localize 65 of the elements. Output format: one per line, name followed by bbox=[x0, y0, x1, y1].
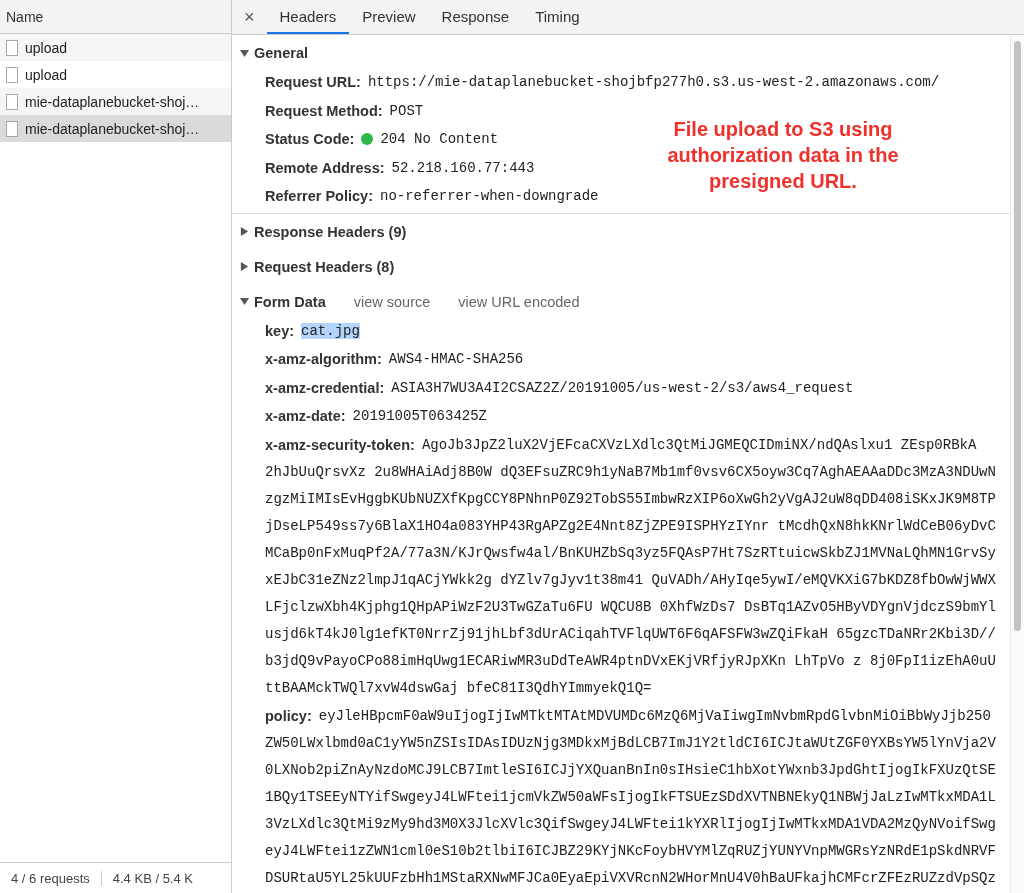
tab[interactable]: Timing bbox=[522, 0, 593, 34]
field-value: jDseLP549ss7y6BlaX1HO4a083YHP43RgAPZg2E4Nnt8ZjZPE9ISPHYzIYnr tMcdhQxN8hkKNrlWdCeB06yDvC bbox=[265, 517, 996, 534]
status-text: 4 / 6 requests bbox=[10, 870, 91, 886]
field-label: x-amz-algorithm: bbox=[265, 351, 382, 367]
field-value: 3VzLXdlc3QtMi9zMy9hd3M0X3JlcXVlc3QifSwgeyJ4LWFtei1kYXRlIjogIjIwMTkxMDA1VDA2MzQyNVoifSwg bbox=[265, 816, 996, 832]
field-label: x-amz-date: bbox=[265, 408, 346, 424]
field-value: usjd6kT4kJ0lg1efKT0NrrZj91jhLbf3dUrACiqahTVFlqUWT6F6qAFSFW3wZQiFkaH 65gzcTDaNRr2Kbi3D// bbox=[265, 625, 996, 642]
close-button[interactable]: × bbox=[232, 0, 267, 34]
field-label: Status Code: bbox=[265, 131, 355, 147]
field-value: 2hJbUuQrsvXz 2u8WHAiAdj8B0W dQ3EFsuZRC9h1yNaB7Mb1mf0vsv6CX5oyw3Cq7AghAEAAaDDc3MzA3NDUwN bbox=[265, 463, 996, 480]
section-header[interactable]: General bbox=[240, 45, 308, 61]
field-value: 52.218.160.77:443 bbox=[391, 159, 535, 176]
field-value: DSURtaU5YL25kUUFzbHh1MStaRXNwMFJCa0EyaEpiVXVRcnN2WHorMnU4V0hBaUFkajhCMFcrZFEzRUZzdVpSQz bbox=[265, 870, 996, 886]
field-value: zgzMiIMIsEvHggbKUbNUZXfKpgCCY8PNhnP0Z92TobS55ImbwRzXIP6oXwGh2yVgAJ2uW8qDD408iSKxJK9M8TP bbox=[265, 490, 996, 507]
field-value: eyJ4LWFtei1zZWN1cml0eS10b2tlbiI6ICJBZ29KYjNKcFoybHVYMlZqRUZjYUNYVnpMWGRsYzNRdE1pSkdNRVF bbox=[265, 843, 996, 859]
field-value: b3jdQ9vPayoCPo88imHqUwg1ECARiwMR3uDdTeAWR4ptnDVxEKjVRfjyRJpXKn LhTpVo z 8j0FpI1izEhA0uU bbox=[265, 652, 996, 669]
field-label: Request URL: bbox=[265, 74, 361, 90]
field-value: ttBAAMckTWQl7xvW4dswGaj bfeC81I3QdhYImmyekQ1Q= bbox=[265, 679, 652, 696]
caret-icon bbox=[240, 262, 249, 271]
field-value: no-referrer-when-downgrade bbox=[380, 188, 599, 204]
caret-icon bbox=[240, 48, 249, 58]
file-icon bbox=[6, 39, 18, 56]
file-icon bbox=[6, 120, 18, 137]
field-label: key: bbox=[265, 322, 295, 339]
field-value: AWS4-HMAC-SHA256 bbox=[388, 351, 524, 367]
scrollbar[interactable] bbox=[1010, 35, 1024, 893]
field-label: x-amz-credential: bbox=[265, 379, 385, 396]
tab[interactable]: Preview bbox=[349, 0, 429, 34]
field-label: Remote Address: bbox=[265, 159, 385, 176]
field-value: 0LXNob2piZnAyNzdoMCJ9LCB7ImtleSI6ICJjYXQuanBnIn0sIHsieC1hbXotYWxnb3JpdGhtIjogIkFXUzQtSE bbox=[265, 762, 996, 778]
view-link[interactable]: view URL encoded bbox=[458, 293, 580, 310]
field-label: x-amz-security-token: bbox=[265, 436, 415, 453]
field-label: Referrer Policy: bbox=[265, 188, 373, 204]
field-value: 204 No Content bbox=[380, 131, 499, 147]
field-value: AgoJb3JpZ2luX2VjEFcaCXVzLXdlc3QtMiJGMEQCIDmiNX/ndQAslxu1 ZEsp0RBkA bbox=[421, 436, 977, 453]
field-value: 1BQy1TSEEyNTYifSwgeyJ4LWFtei1jcmVkZW50aWFsIjogIkFTSUEzSDdXVTNBNEkyQ1NBWjJaLzIwMTkxMDA1L bbox=[265, 789, 996, 805]
tab[interactable]: Headers bbox=[266, 0, 350, 34]
field-value: https://mie-dataplanebucket-shojbfp277h0.s3.us-west-2.amazonaws.com/ bbox=[367, 74, 940, 90]
annotation-text: File upload to S3 using authorization data in the presigned URL. bbox=[666, 117, 900, 194]
file-icon bbox=[6, 66, 18, 83]
field-value: LFjclzwXbh4Kjphg1QHpAPiWzF2U3TwGZaTu6FU WQCU8B 0XhfWzDs7 DsBTq1AZvO5HByVDYgnVjdczS9bmYl bbox=[265, 598, 996, 615]
field-value: 20191005T063425Z bbox=[352, 408, 487, 424]
field-value: POST bbox=[389, 102, 424, 119]
field-value: cat.jpg bbox=[301, 322, 360, 339]
section-header[interactable]: Response Headers (9) bbox=[240, 223, 407, 240]
caret-icon bbox=[240, 227, 249, 236]
field-value: xEJbC31eZNz2lmpJ1qACjYWkk2g dYZlv7gJyv1t38m41 QuVADh/AHyIqe5ywI/eMQVKXiG7bKDZ8fbOwWjWWX bbox=[265, 571, 996, 588]
field-value: MCaBp0nFxMuqPf2A/77a3N/KJrQwsfw4al/BnKUHZbSq3yz5FQAsP7Ht7SzRTtuicwSkbZJ1MVNaLQhMN1GrvSy bbox=[265, 544, 996, 561]
section-header[interactable]: Request Headers (8) bbox=[240, 258, 395, 275]
status-dot-icon bbox=[361, 133, 374, 145]
request-row[interactable]: mie-dataplanebucket-shoj… bbox=[0, 115, 231, 142]
field-label: policy: bbox=[265, 708, 312, 724]
section-header[interactable]: Form Data bbox=[240, 293, 326, 310]
field-label: Request Method: bbox=[265, 102, 383, 119]
field-value: ZW50LWxlbmd0aC1yYW5nZSIsIDAsIDUzNjg3MDkxMjBdLCB7ImJ1Y2tldCI6ICJtaWUtZGF0YXBsYW5lYnVja2V bbox=[265, 735, 996, 751]
field-value: eyJleHBpcmF0aW9uIjogIjIwMTktMTAtMDVUMDc6MzQ6MjVaIiwgImNvbmRpdGlvbnMiOiBbWyJjb250 bbox=[318, 708, 991, 724]
status-text: 4.4 KB / 5.4 K bbox=[100, 870, 204, 886]
field-value: ASIA3H7WU3A4I2CSAZ2Z/20191005/us-west-2/s3/aws4_request bbox=[391, 379, 854, 396]
file-icon bbox=[6, 93, 18, 110]
tab[interactable]: Response bbox=[428, 0, 523, 34]
caret-icon bbox=[240, 297, 249, 306]
request-row[interactable]: upload bbox=[0, 34, 231, 61]
request-row[interactable]: mie-dataplanebucket-shoj… bbox=[0, 88, 231, 115]
column-header: Name bbox=[0, 0, 231, 34]
view-link[interactable]: view source bbox=[353, 293, 431, 310]
